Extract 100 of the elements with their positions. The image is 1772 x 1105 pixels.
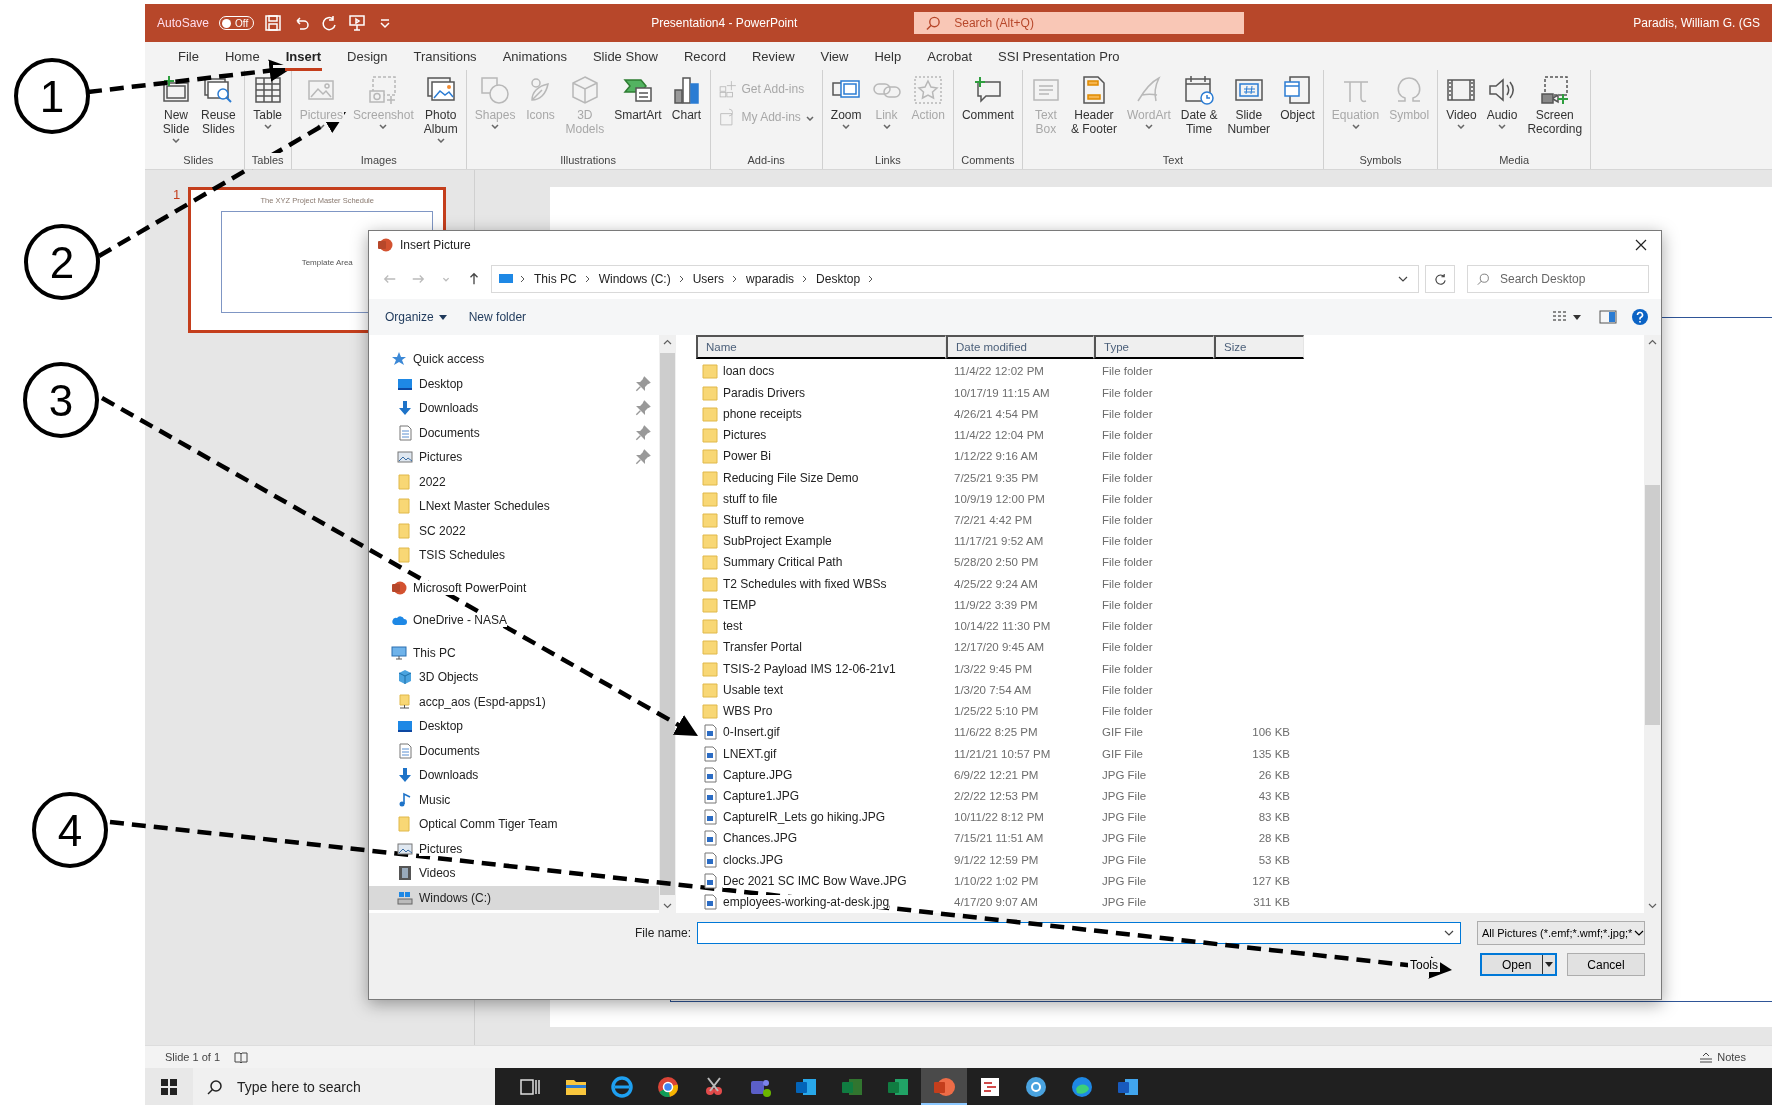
dropdown-caret-icon[interactable]	[1398, 276, 1408, 282]
redo-icon[interactable]	[320, 14, 339, 32]
ribbon-button[interactable]: Chart	[667, 72, 706, 124]
open-button[interactable]: Open	[1480, 953, 1557, 976]
nav-item[interactable]: accp_aos (Espd-apps1)	[369, 689, 659, 714]
nav-item[interactable]: Optical Comm Tiger Team	[369, 812, 659, 837]
file-name[interactable]: SubProject Example	[696, 533, 946, 550]
ribbon-button[interactable]: Video	[1442, 72, 1481, 131]
nav-item[interactable]: Downloads	[369, 763, 659, 788]
file-name[interactable]: test	[696, 618, 946, 635]
file-name[interactable]: Usable text	[696, 681, 946, 698]
ribbon-tab[interactable]: Acrobat	[914, 44, 986, 68]
breadcrumb-item[interactable]: Windows (C:)	[596, 272, 673, 286]
ribbon-button[interactable]: Object	[1276, 72, 1319, 124]
ribbon-button[interactable]: Photo Album	[419, 72, 462, 145]
notes-button[interactable]: Notes	[1693, 1050, 1752, 1064]
file-name[interactable]: Stuff to remove	[696, 511, 946, 528]
file-name[interactable]: loan docs	[696, 363, 946, 380]
ribbon-tab[interactable]: Slide Show	[579, 44, 671, 68]
file-name[interactable]: Capture.JPG	[696, 766, 946, 783]
save-icon[interactable]	[264, 14, 283, 32]
address-bar[interactable]: This PC Windows (C:) Users wparadis Desktop	[491, 265, 1419, 293]
ribbon-button[interactable]: New Slide	[157, 72, 195, 145]
nav-item[interactable]: LNext Master Schedules	[369, 494, 659, 519]
file-name[interactable]: 0-Insert.gif	[696, 724, 946, 741]
taskbar-search-field[interactable]: Type here to search	[193, 1068, 495, 1105]
ribbon-button[interactable]: Zoom	[826, 72, 866, 131]
ribbon-tab[interactable]: Transitions	[400, 44, 490, 68]
nav-item[interactable]: Downloads	[369, 396, 659, 421]
refresh-button[interactable]	[1425, 265, 1455, 293]
ribbon-tab[interactable]: Design	[334, 44, 401, 68]
ribbon-button[interactable]: Reuse Slides	[197, 72, 240, 138]
nav-item[interactable]: Videos	[369, 861, 659, 886]
file-name[interactable]: LNEXT.gif	[696, 745, 946, 762]
nav-item[interactable]: SC 2022	[369, 518, 659, 543]
file-name[interactable]: Capture1.JPG	[696, 788, 946, 804]
cancel-button[interactable]: Cancel	[1567, 953, 1645, 976]
file-name[interactable]: clocks.JPG	[696, 851, 946, 868]
file-name[interactable]: WBS Pro	[696, 703, 946, 720]
scrollbar-thumb[interactable]	[1645, 485, 1660, 725]
file-name[interactable]: Pictures	[696, 427, 946, 444]
file-name[interactable]: stuff to file	[696, 490, 946, 507]
tools-button[interactable]: Tools	[1408, 957, 1440, 972]
nav-item[interactable]: OneDrive - NASA	[369, 608, 659, 633]
file-name[interactable]: Transfer Portal	[696, 639, 946, 656]
ribbon-button[interactable]: SmartArt	[610, 72, 666, 124]
ribbon-tab[interactable]: Home	[211, 44, 273, 68]
nav-item[interactable]: Microsoft PowerPoint	[369, 575, 659, 600]
nav-item[interactable]: Documents	[369, 420, 659, 445]
nav-item[interactable]: 3D Objects	[369, 665, 659, 690]
file-name[interactable]: Power Bi	[696, 448, 946, 465]
ribbon-tab[interactable]: Help	[861, 44, 915, 68]
ribbon-button[interactable]: Slide Number	[1223, 72, 1275, 138]
ribbon-button[interactable]: Date & Time	[1176, 72, 1222, 138]
ribbon-button[interactable]: Audio	[1482, 72, 1522, 131]
nav-item[interactable]: Pictures	[369, 836, 659, 861]
nav-item[interactable]: Desktop	[369, 714, 659, 739]
ribbon-button[interactable]: Header & Footer	[1066, 72, 1121, 138]
new-folder-button[interactable]: New folder	[464, 308, 531, 326]
search-field[interactable]: Search (Alt+Q)	[914, 12, 1245, 34]
file-name[interactable]: TEMP	[696, 596, 946, 613]
file-name[interactable]: Chances.JPG	[696, 830, 946, 847]
column-header[interactable]: Date modified	[946, 335, 1094, 359]
breadcrumb-item[interactable]: This PC	[532, 272, 579, 286]
file-name[interactable]: Summary Critical Path	[696, 554, 946, 571]
ribbon-tab[interactable]: File	[165, 44, 212, 68]
nav-item[interactable]: Music	[369, 787, 659, 812]
ribbon-tab[interactable]: Insert	[272, 44, 335, 68]
nav-item[interactable]: Desktop	[369, 371, 659, 396]
nav-item[interactable]: Quick access	[369, 347, 659, 372]
ribbon-tab[interactable]: Animations	[489, 44, 580, 68]
windows-logo-icon[interactable]	[160, 1077, 178, 1096]
nav-item[interactable]: 2022	[369, 469, 659, 494]
scrollbar-thumb[interactable]	[660, 353, 675, 895]
nav-item[interactable]: TSIS Schedules	[369, 543, 659, 568]
ribbon-tab[interactable]: View	[807, 44, 862, 68]
column-header[interactable]: Type	[1094, 335, 1214, 359]
nav-item[interactable]: Pictures	[369, 445, 659, 470]
ribbon-button[interactable]: Screen Recording	[1523, 72, 1587, 138]
file-name[interactable]: phone receipts	[696, 405, 946, 422]
file-name[interactable]: Reducing File Size Demo	[696, 469, 946, 486]
file-type-dropdown[interactable]: All Pictures (*.emf;*.wmf;*.jpg;*	[1477, 921, 1645, 945]
preview-pane-icon[interactable]	[1599, 310, 1617, 324]
breadcrumb-item[interactable]: Users	[690, 272, 727, 286]
scrollbar[interactable]	[1644, 335, 1661, 913]
help-icon[interactable]	[1631, 308, 1649, 326]
ribbon-button[interactable]: Table	[248, 72, 287, 131]
search-field[interactable]: Search Desktop	[1467, 265, 1649, 293]
ribbon-button[interactable]: Comment	[957, 72, 1018, 124]
nav-item[interactable]: Windows (C:)	[369, 885, 659, 910]
file-name[interactable]: Paradis Drivers	[696, 384, 946, 401]
nav-item[interactable]: This PC	[369, 640, 659, 665]
file-name-field[interactable]	[697, 922, 1461, 944]
column-header[interactable]: Name	[696, 335, 946, 359]
book-icon[interactable]	[234, 1051, 249, 1063]
breadcrumb-item[interactable]: wparadis	[744, 272, 797, 286]
ribbon-tab[interactable]: Review	[738, 44, 808, 68]
ribbon-tab[interactable]: Record	[671, 44, 739, 68]
nav-item[interactable]: Documents	[369, 738, 659, 763]
ribbon-tab[interactable]: SSI Presentation Pro	[985, 44, 1133, 68]
